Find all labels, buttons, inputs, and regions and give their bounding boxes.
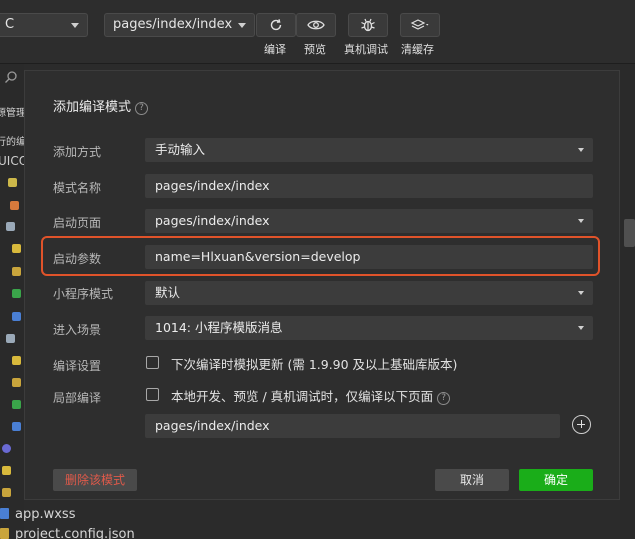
partial-compile-label: 局部编译 [53, 391, 102, 405]
layers-icon [410, 19, 429, 30]
chevron-down-icon [578, 219, 584, 223]
wxss-file-icon [12, 312, 21, 321]
scene-value: 1014: 小程序模版消息 [155, 320, 283, 335]
compile-mode-select-value: C [5, 17, 15, 32]
mini-mode-value: 默认 [155, 285, 181, 300]
partial-compile-page-input[interactable]: pages/index/index [145, 414, 560, 438]
tree-row-source-control[interactable]: 源管理 [0, 104, 26, 119]
bug-icon [361, 18, 375, 32]
gitignore-icon [2, 444, 11, 453]
page-select[interactable]: pages/index/index [104, 13, 255, 37]
partial-compile-text-value: 本地开发、预览 / 真机调试时，仅编译以下页面 [171, 389, 434, 404]
page-select-value: pages/index/index [113, 17, 233, 32]
wxss-file-icon [0, 508, 9, 519]
partial-compile-page-value: pages/index/index [155, 418, 270, 433]
folder-icon [6, 334, 15, 343]
scrollbar-thumb[interactable] [624, 219, 635, 247]
remote-debug-button[interactable] [348, 13, 388, 37]
eye-icon [307, 20, 325, 30]
file-explorer-panel: 源管理 行的编 UICO [0, 64, 28, 539]
add-method-value: 手动输入 [155, 142, 206, 157]
folder-icon [8, 178, 17, 187]
compile-button[interactable] [256, 13, 296, 37]
wxml-file-icon [12, 289, 21, 298]
clear-cache-label: 清缓存 [401, 43, 434, 56]
simulate-update-checkbox[interactable] [146, 356, 159, 369]
add-method-label: 添加方式 [53, 145, 102, 159]
file-name: project.config.json [15, 527, 135, 539]
file-name: app.wxss [15, 507, 76, 522]
preview-button[interactable] [296, 13, 336, 37]
mode-name-value: pages/index/index [155, 178, 270, 193]
dialog-title: 添加编译模式? [53, 96, 149, 115]
cancel-button[interactable]: 取消 [435, 469, 509, 491]
js-file-icon [2, 466, 11, 475]
confirm-button[interactable]: 确定 [519, 469, 593, 491]
editor-scroll-area [620, 64, 635, 539]
highlight-box [41, 236, 600, 276]
chevron-down-icon [578, 326, 584, 330]
chevron-down-icon [238, 23, 246, 28]
add-page-button[interactable] [572, 415, 591, 434]
chevron-down-icon [578, 148, 584, 152]
remote-debug-label: 真机调试 [344, 43, 388, 56]
start-page-select[interactable]: pages/index/index [145, 209, 593, 233]
folder-icon [6, 222, 15, 231]
js-file-icon [12, 244, 21, 253]
json-file-icon [0, 528, 9, 539]
refresh-icon [270, 19, 282, 31]
mode-name-label: 模式名称 [53, 181, 102, 195]
file-project-config[interactable]: project.config.json [0, 527, 135, 539]
compile-mode-select[interactable]: C [0, 13, 88, 37]
partial-compile-checkbox[interactable] [146, 388, 159, 401]
json-file-icon [2, 488, 11, 497]
js-file-icon [12, 356, 21, 365]
json-file-icon [12, 378, 21, 387]
scene-label: 进入场景 [53, 323, 102, 337]
wxss-file-icon [12, 422, 21, 431]
clear-cache-button[interactable] [400, 13, 440, 37]
tree-row-editor[interactable]: 行的编 [0, 133, 26, 148]
mini-mode-label: 小程序模式 [53, 287, 114, 301]
mode-name-input[interactable]: pages/index/index [145, 174, 593, 198]
preview-label: 预览 [304, 43, 326, 56]
top-toolbar: C pages/index/index 编译 预览 真机调试 清缓存 [0, 0, 635, 64]
start-page-value: pages/index/index [155, 213, 270, 228]
folder-icon [10, 201, 19, 210]
simulate-update-text: 下次编译时模拟更新 (需 1.9.90 及以上基础库版本) [171, 357, 458, 372]
compile-settings-label: 编译设置 [53, 359, 102, 373]
json-file-icon [12, 267, 21, 276]
file-app-wxss[interactable]: app.wxss [0, 507, 75, 522]
file-list-bottom: app.wxss project.config.json [0, 500, 200, 539]
partial-compile-text: 本地开发、预览 / 真机调试时，仅编译以下页面? [171, 386, 451, 405]
compile-label: 编译 [264, 43, 286, 56]
dialog-title-text: 添加编译模式 [53, 100, 132, 115]
help-icon[interactable]: ? [437, 392, 451, 405]
mini-mode-select[interactable]: 默认 [145, 281, 593, 305]
chevron-down-icon [71, 23, 79, 28]
wxml-file-icon [12, 400, 21, 409]
delete-mode-button[interactable]: 删除该模式 [53, 469, 137, 491]
add-method-select[interactable]: 手动输入 [145, 138, 593, 162]
add-compile-mode-dialog: 添加编译模式? 添加方式 手动输入 模式名称 pages/index/index… [24, 70, 620, 500]
chevron-down-icon [578, 291, 584, 295]
scene-select[interactable]: 1014: 小程序模版消息 [145, 316, 593, 340]
start-page-label: 启动页面 [53, 216, 102, 230]
search-icon[interactable] [4, 70, 18, 84]
help-icon[interactable]: ? [135, 102, 149, 115]
